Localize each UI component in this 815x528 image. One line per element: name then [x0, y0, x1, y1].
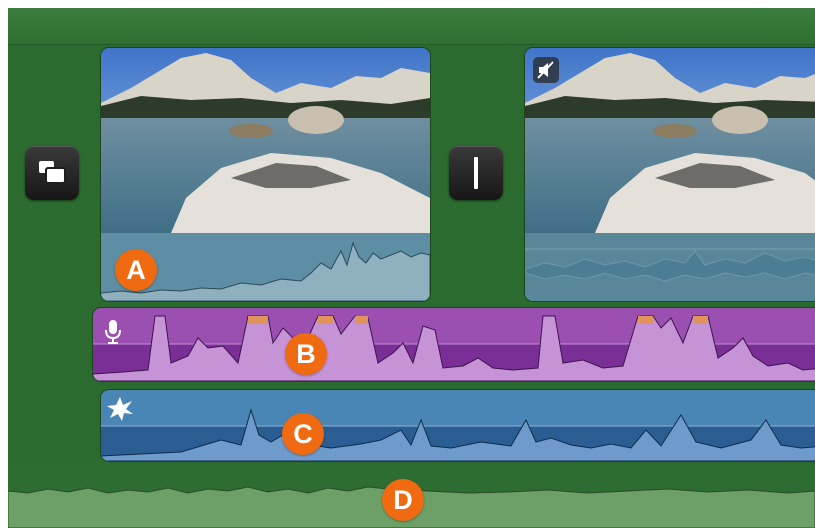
cutaway-button[interactable] — [25, 146, 79, 200]
microphone-icon — [105, 320, 121, 344]
callout-d-badge: D — [382, 479, 424, 521]
clip-audio-waveform-muted — [525, 233, 815, 301]
callout-b-badge: B — [285, 333, 327, 375]
voiceover-track[interactable] — [93, 308, 815, 381]
timeline: A B C D — [8, 8, 815, 528]
callout-a-badge: A — [115, 249, 157, 291]
voiceover-waveform — [93, 308, 815, 381]
sound-effect-track[interactable] — [101, 390, 815, 461]
clip-thumbnail — [525, 48, 815, 233]
clip-thumbnail — [101, 48, 430, 233]
vertical-bar-icon — [474, 157, 478, 189]
burst-icon — [107, 397, 133, 421]
sound-effect-waveform — [101, 390, 815, 461]
transition-button[interactable] — [449, 146, 503, 200]
video-clip-2[interactable] — [525, 48, 815, 301]
picture-in-picture-icon — [39, 161, 66, 184]
callout-c-badge: C — [282, 413, 324, 455]
timeline-top-strip — [8, 8, 815, 45]
speaker-muted-icon[interactable] — [533, 57, 559, 83]
